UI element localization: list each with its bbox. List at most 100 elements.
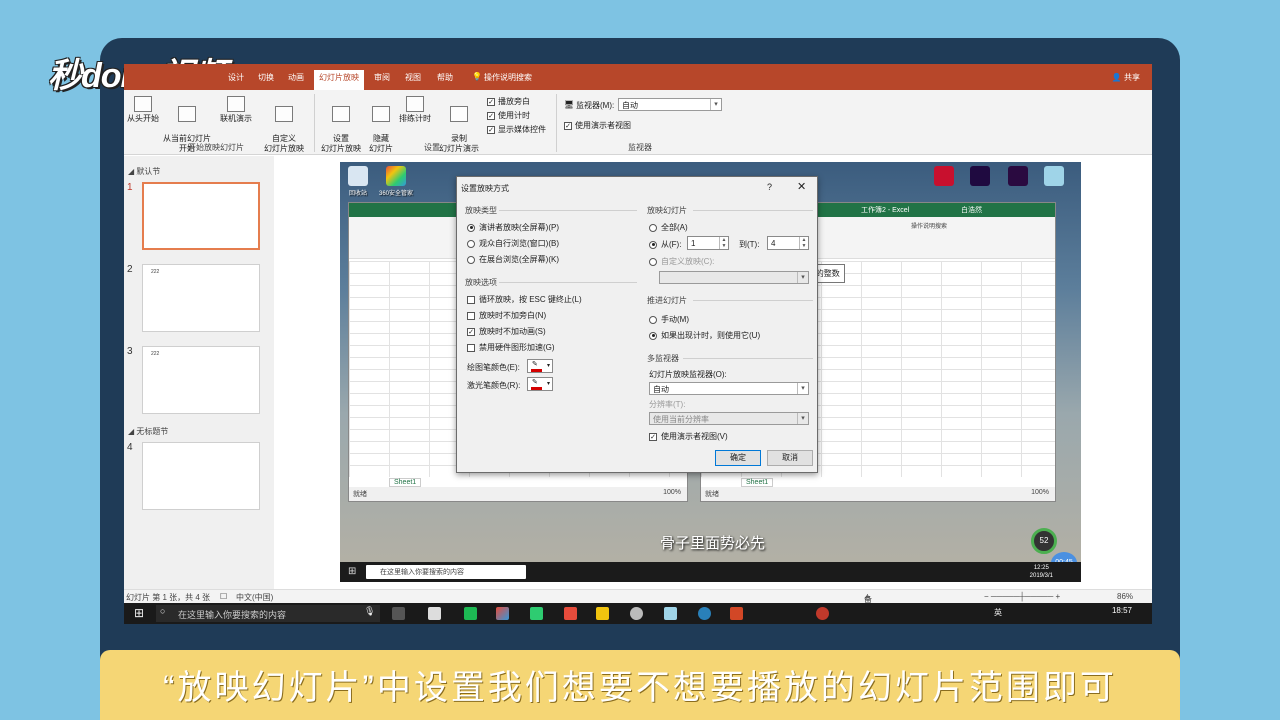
section-header-default[interactable]: ◢ 默认节	[128, 166, 160, 177]
radio-icon	[467, 223, 475, 232]
system-clock[interactable]: 18:57	[1112, 606, 1132, 615]
pen-color-picker[interactable]: ✎ ▾	[527, 359, 553, 373]
ime-language[interactable]: 英	[994, 607, 1002, 618]
checkbox-icon	[467, 295, 475, 304]
play-narration-checkbox[interactable]: ✓ 播放旁白	[487, 96, 530, 107]
app-icon[interactable]	[464, 607, 477, 620]
online-present-button[interactable]: 联机演示	[216, 96, 256, 124]
tab-review[interactable]: 审阅	[374, 72, 390, 83]
slide-thumbnail-3[interactable]: 222	[142, 346, 260, 414]
monitor-select[interactable]: 自动 ▾	[618, 98, 722, 111]
option-label: 放映时不加动画(S)	[479, 327, 546, 336]
online-present-label: 联机演示	[220, 114, 252, 123]
app-icon[interactable]	[428, 607, 441, 620]
slide-thumbnail-1[interactable]	[142, 182, 260, 250]
folder-icon[interactable]	[596, 607, 609, 620]
share-label: 共享	[1124, 73, 1140, 82]
windows-start-icon[interactable]: ⊞	[348, 566, 356, 577]
laser-color-picker[interactable]: ✎ ▾	[527, 377, 553, 391]
slide-count: 幻灯片 第 1 张，共 4 张	[126, 593, 211, 602]
disable-hw-accel-checkbox[interactable]: 禁用硬件图形加速(G)	[467, 342, 555, 353]
monitor-select-value: 自动	[622, 101, 638, 110]
custom-show-select[interactable]: ▾	[659, 271, 809, 284]
windows-start-icon[interactable]: ⊞	[134, 606, 144, 620]
app-icon[interactable]	[698, 607, 711, 620]
app-icon[interactable]	[496, 607, 509, 620]
from-slide-input[interactable]: 1 ▲ ▼	[687, 236, 729, 250]
tab-design[interactable]: 设计	[228, 72, 244, 83]
setup-slideshow-button[interactable]: 设置 幻灯片放映	[318, 96, 364, 154]
tab-help[interactable]: 帮助	[437, 72, 453, 83]
show-monitor-select[interactable]: 自动 ▾	[649, 382, 809, 395]
sheet-tab[interactable]: Sheet1	[389, 478, 422, 487]
use-timings-checkbox[interactable]: ✓ 使用计时	[487, 110, 530, 121]
manual-advance-radio[interactable]: 手动(M)	[649, 314, 689, 325]
from-slide-value: 1	[691, 239, 696, 248]
tab-transitions[interactable]: 切换	[258, 72, 274, 83]
loop-checkbox[interactable]: 循环放映，按 ESC 键终止(L)	[467, 294, 582, 305]
thumb-text: 222	[151, 269, 160, 275]
from-beginning-button[interactable]: 从头开始	[126, 96, 160, 124]
option-label: 使用演示者视图(V)	[661, 432, 728, 441]
help-icon[interactable]: ?	[767, 182, 772, 192]
all-slides-radio[interactable]: 全部(A)	[649, 222, 688, 233]
presenter-view-checkbox[interactable]: ✓ 使用演示者视图	[564, 120, 631, 131]
chevron-down-icon: ▾	[797, 383, 808, 394]
cancel-button[interactable]: 取消	[767, 450, 813, 466]
close-icon[interactable]: ✕	[797, 180, 806, 193]
language-indicator[interactable]: 中文(中国)	[236, 592, 273, 603]
tab-animations[interactable]: 动画	[288, 72, 304, 83]
presenter-fullscreen-radio[interactable]: 演讲者放映(全屏幕)(P)	[467, 222, 559, 233]
inner-taskbar-search[interactable]: 在这里输入你要搜索的内容	[366, 565, 526, 579]
resolution-select[interactable]: 使用当前分辨率 ▾	[649, 412, 809, 425]
rehearse-timings-button[interactable]: 排练计时	[398, 96, 432, 124]
checkbox-icon: ✓	[487, 111, 495, 120]
section-header-untitled[interactable]: ◢ 无标题节	[128, 426, 168, 437]
to-slide-input[interactable]: 4 ▲ ▼	[767, 236, 809, 250]
tab-slideshow[interactable]: 幻灯片放映	[314, 70, 364, 90]
custom-show-button[interactable]: 自定义 幻灯片放映	[258, 96, 310, 154]
show-media-controls-checkbox[interactable]: ✓ 显示媒体控件	[487, 124, 546, 135]
slideshow-current-icon	[178, 106, 196, 122]
hide-slide-icon	[372, 106, 390, 122]
custom-show-radio[interactable]: 自定义放映(C):	[649, 256, 714, 267]
radio-icon	[467, 255, 475, 264]
hide-slide-button[interactable]: 隐藏 幻灯片	[366, 96, 396, 154]
spellcheck-icon[interactable]: ☐	[220, 592, 227, 601]
app-icon[interactable]	[664, 607, 677, 620]
slide-thumbnail-2[interactable]: 222	[142, 264, 260, 332]
spinner-arrows-icon[interactable]: ▲ ▼	[719, 237, 728, 249]
powerpoint-icon[interactable]	[730, 607, 743, 620]
tell-me-search[interactable]: 操作说明搜索	[484, 72, 532, 83]
use-presenter-view-checkbox[interactable]: ✓ 使用演示者视图(V)	[649, 431, 728, 442]
sheet-tab[interactable]: Sheet1	[741, 478, 774, 487]
taskbar-search[interactable]: 在这里输入你要搜索的内容	[156, 605, 380, 622]
radio-label: 全部(A)	[661, 223, 688, 232]
app-icon[interactable]	[630, 607, 643, 620]
excel-tell-me[interactable]: 操作说明搜索	[911, 221, 947, 230]
tab-view[interactable]: 视图	[405, 72, 421, 83]
zoom-slider[interactable]: − ─────┼───── +	[984, 592, 1060, 601]
search-placeholder: 在这里输入你要搜索的内容	[178, 610, 287, 620]
app-icon[interactable]	[564, 607, 577, 620]
spinner-arrows-icon[interactable]: ▲ ▼	[799, 237, 808, 249]
microphone-icon[interactable]: 🎙	[364, 606, 375, 617]
laser-color-label: 激光笔颜色(R):	[467, 381, 521, 390]
excel-statusbar: 就绪 100%	[701, 487, 1055, 501]
no-narration-checkbox[interactable]: 放映时不加旁白(N)	[467, 310, 546, 321]
ok-button[interactable]: 确定	[715, 450, 761, 466]
record-icon[interactable]	[816, 607, 829, 620]
task-view-icon[interactable]	[392, 607, 405, 620]
record-slideshow-button[interactable]: 录制 幻灯片演示	[434, 96, 484, 154]
no-animation-checkbox[interactable]: ✓ 放映时不加动画(S)	[467, 326, 546, 337]
app-icon[interactable]	[530, 607, 543, 620]
radio-icon	[649, 331, 657, 340]
slide-thumbnail-4[interactable]	[142, 442, 260, 510]
kiosk-fullscreen-radio[interactable]: 在展台浏览(全屏幕)(K)	[467, 254, 559, 265]
security-app-icon	[386, 166, 406, 186]
share-button[interactable]: 👤 共享	[1112, 72, 1140, 83]
zoom-percent[interactable]: 86%	[1117, 592, 1133, 601]
audience-window-radio[interactable]: 观众自行浏览(窗口)(B)	[467, 238, 559, 249]
timed-advance-radio[interactable]: 如果出现计时，则使用它(U)	[649, 330, 760, 341]
from-slide-radio[interactable]: 从(F):	[649, 239, 681, 250]
